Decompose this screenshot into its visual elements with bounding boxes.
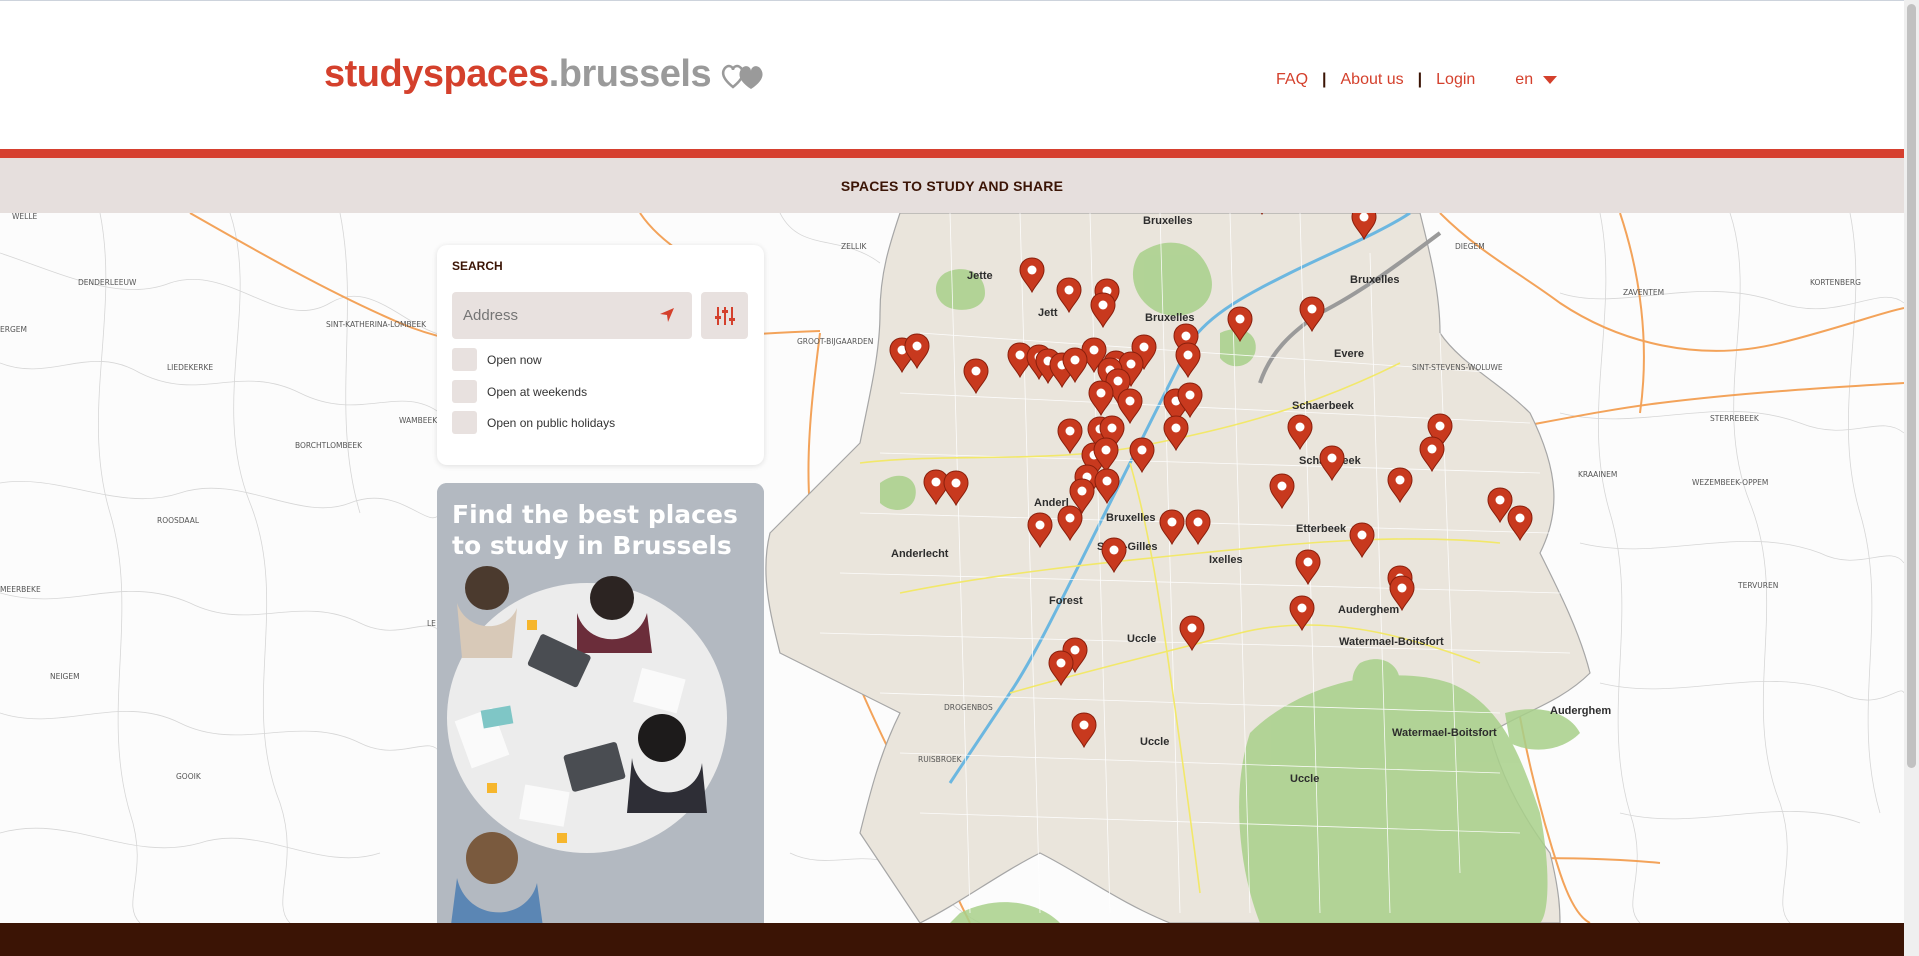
region-label: MEERBEKE xyxy=(0,585,41,594)
city-label: Watermael-Boitsfort xyxy=(1392,727,1497,739)
search-panel: SEARCH Open now Open at weekends Open on… xyxy=(437,245,764,465)
login-link[interactable]: Login xyxy=(1436,71,1475,89)
accent-bar xyxy=(0,149,1904,158)
city-label: Auderghem xyxy=(1338,604,1399,616)
region-label: LIEDEKERKE xyxy=(167,363,213,372)
region-label: ZAVENTEM xyxy=(1623,288,1664,297)
region-label: TERVUREN xyxy=(1737,581,1778,590)
region-label: WEZEMBEEK-OPPEM xyxy=(1692,478,1768,487)
option-open-holidays[interactable]: Open on public holidays xyxy=(452,411,615,434)
promo-title: Find the best places to study in Brussel… xyxy=(452,500,738,560)
city-label: Watermael-Boitsfort xyxy=(1339,636,1444,648)
region-label: WAMBEEK xyxy=(399,416,438,425)
region-label: RUISBROEK xyxy=(918,755,963,764)
city-label: Uccle xyxy=(1140,736,1169,748)
map-view[interactable]: WELLE DENDERLEEUW ERGEM SINT-KATHERINA-LOMB… xyxy=(0,213,1904,923)
region-label: GOOIK xyxy=(176,772,202,781)
promo-card[interactable]: Find the best places to study in Brussel… xyxy=(437,483,764,956)
site-header: studyspaces .brussels FAQ | About us | Lo… xyxy=(0,1,1904,149)
city-label: Auderghem xyxy=(1550,705,1611,717)
city-label: Forest xyxy=(1049,595,1083,607)
city-label: Evere xyxy=(1334,348,1364,360)
city-label: Ixelles xyxy=(1209,554,1243,566)
locate-arrow-icon[interactable] xyxy=(659,307,675,323)
site-logo[interactable]: studyspaces .brussels xyxy=(324,53,767,96)
region-label: DENDERLEEUW xyxy=(78,278,137,287)
region-label: ERGEM xyxy=(0,325,27,334)
search-title: SEARCH xyxy=(452,259,503,273)
logo-tld-text: .brussels xyxy=(548,53,712,95)
city-label: Bruxelles xyxy=(1106,512,1156,524)
nav-separator: | xyxy=(1417,71,1423,88)
city-label: Schaerbeek xyxy=(1292,400,1355,412)
region-label: DIEGEM xyxy=(1455,242,1485,251)
region-label: GROOT-BIJGAARDEN xyxy=(797,337,873,346)
region-label: STERREBEEK xyxy=(1710,414,1760,423)
checkbox-open-weekends[interactable] xyxy=(452,380,477,403)
region-label: NEIGEM xyxy=(50,672,80,681)
tagline-bar: SPACES TO STUDY AND SHARE xyxy=(0,158,1904,213)
map-canvas[interactable]: WELLE DENDERLEEUW ERGEM SINT-KATHERINA-LOMB… xyxy=(0,213,1904,923)
language-value: en xyxy=(1515,71,1534,88)
region-label: KRAAINEM xyxy=(1578,470,1617,479)
region-label: BORCHTLOMBEEK xyxy=(295,441,363,450)
city-label: Anderlecht xyxy=(891,548,949,560)
filter-sliders-icon xyxy=(714,306,735,325)
city-label: Etterbeek xyxy=(1296,523,1347,535)
hearts-logo-icon xyxy=(721,64,763,89)
city-label: Bruxelles xyxy=(1145,312,1195,324)
region-label: LE xyxy=(427,619,436,628)
city-label: Bruxelles xyxy=(1143,215,1193,227)
faq-link[interactable]: FAQ xyxy=(1276,71,1308,89)
footer-bar xyxy=(0,923,1904,956)
filter-button[interactable] xyxy=(701,292,748,339)
chevron-down-icon xyxy=(1543,76,1558,84)
nav-separator: | xyxy=(1322,71,1327,88)
city-label: Uccle xyxy=(1127,633,1156,645)
option-label: Open now xyxy=(487,352,542,367)
region-label: SINT-KATHERINA-LOMBEEK xyxy=(326,320,427,329)
city-label: Jett xyxy=(1038,307,1058,319)
tagline-text: SPACES TO STUDY AND SHARE xyxy=(840,177,1064,194)
option-open-weekends[interactable]: Open at weekends xyxy=(452,380,587,403)
option-open-now[interactable]: Open now xyxy=(452,348,542,371)
top-nav: FAQ | About us | Login en xyxy=(1276,71,1558,89)
city-label: Bruxelles xyxy=(1350,274,1400,286)
about-us-link[interactable]: About us xyxy=(1341,71,1404,89)
region-label: SINT-STEVENS-WOLUWE xyxy=(1412,363,1503,372)
language-selector[interactable]: en xyxy=(1515,71,1558,89)
region-label: WELLE xyxy=(12,213,38,221)
region-label: ZELLIK xyxy=(841,242,867,251)
scrollbar-thumb[interactable] xyxy=(1907,4,1916,768)
address-input[interactable] xyxy=(452,292,692,339)
city-label: Jette xyxy=(967,270,993,282)
checkbox-open-now[interactable] xyxy=(452,348,477,371)
region-label: ROOSDAAL xyxy=(157,516,200,525)
logo-main-text: studyspaces xyxy=(324,53,549,95)
city-label: Uccle xyxy=(1290,773,1319,785)
option-label: Open at weekends xyxy=(487,384,588,399)
region-label: KORTENBERG xyxy=(1810,278,1861,287)
option-label: Open on public holidays xyxy=(487,415,616,430)
checkbox-open-holidays[interactable] xyxy=(452,411,477,434)
page-scrollbar[interactable] xyxy=(1904,0,1919,956)
region-label: DROGENBOS xyxy=(944,703,993,712)
